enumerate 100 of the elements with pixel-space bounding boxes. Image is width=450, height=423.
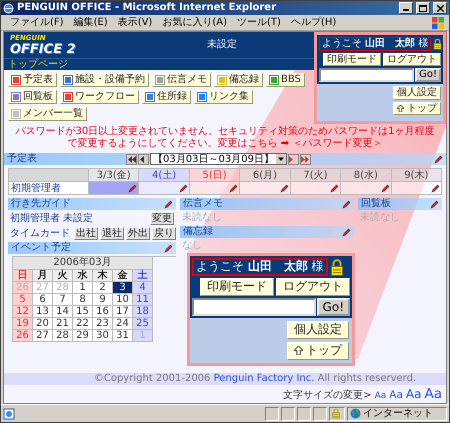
day-header: 3/3(金): [89, 169, 140, 182]
font-size-link[interactable]: Aa: [406, 387, 422, 401]
font-size-link[interactable]: Aa: [374, 391, 386, 401]
minimize-button[interactable]: [399, 2, 413, 14]
calendar-day[interactable]: 15: [73, 306, 93, 318]
calendar-day[interactable]: 28: [53, 330, 73, 342]
change-button[interactable]: 変更: [150, 212, 174, 225]
calendar-day[interactable]: 17: [113, 306, 133, 318]
calendar-day[interactable]: 13: [33, 306, 53, 318]
memo-status: なし: [182, 240, 202, 252]
app-button[interactable]: BBS: [266, 73, 305, 87]
schedule-cell[interactable]: [290, 182, 342, 195]
app-button[interactable]: 予定表: [8, 73, 57, 87]
breadcrumb[interactable]: トップページ: [4, 58, 314, 70]
circular-status: 未読なし: [360, 212, 400, 224]
calendar-day[interactable]: 1: [73, 282, 93, 294]
password-warning: パスワードが30日以上変更されていません。セキュリティ対策のためパスワードは1ヶ月程度で変更するようにしてください。変更はこちら ➡ ＜パスワード変更＞: [14, 126, 436, 150]
week-select[interactable]: 【03月03日～03月09日】: [150, 153, 287, 165]
top-button[interactable]: トップ: [287, 342, 349, 360]
app-button[interactable]: ワークフロー: [60, 90, 139, 104]
timecard-button[interactable]: 出社: [74, 227, 98, 240]
menu-item[interactable]: ファイル(F): [5, 16, 69, 28]
copyright-notice: ©Copyright 2001-2006 Penguin Factory Inc. All rights reserverd.: [4, 373, 446, 385]
menu-item[interactable]: ツール(T): [232, 16, 286, 28]
app-button[interactable]: 施設・設備予約: [60, 73, 149, 87]
app-button[interactable]: リンク集: [194, 90, 253, 104]
search-field[interactable]: [319, 68, 414, 82]
app-button[interactable]: 住所録: [142, 90, 191, 104]
window-title: PENGUIN OFFICE - Microsoft Internet Explorer: [17, 2, 278, 14]
app-button[interactable]: 伝言メモ: [152, 73, 211, 87]
calendar-day[interactable]: 9: [93, 294, 113, 306]
pencil-icon[interactable]: [434, 154, 443, 164]
app-button[interactable]: 備忘録: [214, 73, 263, 87]
menu-item[interactable]: 編集(E): [68, 16, 113, 28]
schedule-cell[interactable]: [190, 182, 240, 195]
logout-button[interactable]: ログアウト: [276, 278, 350, 296]
menu-item[interactable]: ヘルプ(H): [286, 16, 342, 28]
calendar-day[interactable]: 18: [133, 306, 153, 318]
calendar-day[interactable]: 31: [113, 330, 133, 342]
calendar-day[interactable]: 23: [93, 318, 113, 330]
up-arrow-icon: [397, 104, 404, 112]
timecard-button[interactable]: 外出: [126, 227, 150, 240]
close-icon: [436, 4, 444, 12]
close-button[interactable]: [433, 2, 447, 14]
pencil-icon[interactable]: [164, 244, 173, 252]
calendar-day[interactable]: 4: [133, 282, 153, 294]
menu-item[interactable]: お気に入り(A): [157, 16, 232, 28]
schedule-cell[interactable]: [341, 182, 392, 195]
menu-item[interactable]: 表示(V): [112, 16, 158, 28]
timecard-button[interactable]: 戻り: [152, 227, 176, 240]
personal-settings-button[interactable]: 個人設定: [393, 86, 441, 100]
font-size-label: 文字サイズの変更>: [283, 390, 372, 402]
calendar-day[interactable]: 16: [93, 306, 113, 318]
calendar-day[interactable]: 11: [133, 294, 153, 306]
schedule-cell[interactable]: [139, 182, 190, 195]
calendar-day[interactable]: 21: [53, 318, 73, 330]
top-button[interactable]: トップ: [393, 102, 441, 115]
calendar-day[interactable]: 27: [33, 330, 53, 342]
member-name[interactable]: 初期管理者: [9, 182, 89, 195]
pencil-icon[interactable]: [342, 228, 351, 236]
calendar-day[interactable]: 10: [113, 294, 133, 306]
calendar-day[interactable]: 8: [73, 294, 93, 306]
next-week-button[interactable]: [288, 154, 299, 164]
font-size-link[interactable]: Aa: [424, 386, 442, 402]
go-button[interactable]: Go!: [316, 298, 350, 316]
first-week-button[interactable]: [126, 154, 138, 164]
weekday-header: 月: [33, 270, 53, 282]
calendar-day[interactable]: 22: [73, 318, 93, 330]
previous-week-button[interactable]: [138, 154, 150, 164]
status-pane: [265, 406, 279, 420]
calendar-day[interactable]: 2: [93, 282, 113, 294]
search-field[interactable]: [192, 298, 316, 316]
personal-settings-button[interactable]: 個人設定: [287, 320, 349, 339]
print-mode-button[interactable]: 印刷モード: [200, 278, 274, 296]
schedule-cell[interactable]: [392, 182, 442, 195]
calendar-day[interactable]: 20: [33, 318, 53, 330]
calendar-day[interactable]: 29: [73, 330, 93, 342]
weekday-header: 木: [93, 270, 113, 282]
maximize-button[interactable]: [416, 2, 430, 14]
logout-button[interactable]: ログアウト: [383, 52, 441, 66]
calendar-day[interactable]: 24: [113, 318, 133, 330]
calendar-day[interactable]: 7: [53, 294, 73, 306]
last-week-button[interactable]: [300, 154, 311, 164]
font-size-link[interactable]: Aa: [389, 389, 403, 401]
timecard-button[interactable]: 退社: [100, 227, 124, 240]
print-mode-button[interactable]: 印刷モード: [323, 52, 381, 66]
schedule-cell[interactable]: [89, 182, 140, 195]
calendar-day[interactable]: 14: [53, 306, 73, 318]
app-button[interactable]: メンバー一覧: [8, 107, 87, 121]
calendar-day[interactable]: 30: [93, 330, 113, 342]
schedule-cell[interactable]: [240, 182, 291, 195]
calendar-day[interactable]: 6: [33, 294, 53, 306]
calendar-day[interactable]: 25: [133, 318, 153, 330]
rewind-icon: [128, 156, 136, 162]
welcome-message: ようこそ 山田 太郎 様: [319, 37, 432, 50]
go-button[interactable]: Go!: [415, 68, 441, 82]
calendar-day[interactable]: 3: [113, 282, 133, 294]
company-link[interactable]: Penguin Factory Inc.: [214, 373, 314, 384]
page-icon: [3, 408, 15, 420]
app-button[interactable]: 回覧板: [8, 90, 57, 104]
